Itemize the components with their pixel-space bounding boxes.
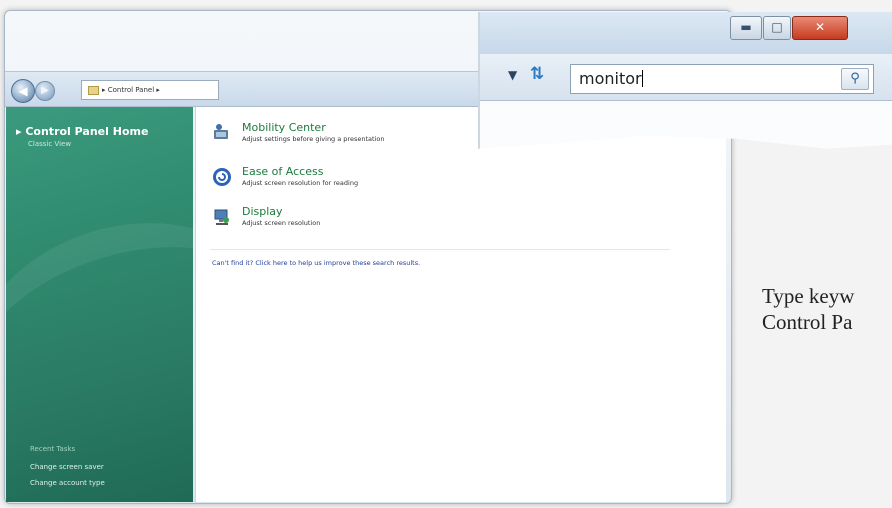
text-caret xyxy=(641,70,643,87)
address-bar[interactable]: ▸ Control Panel ▸ xyxy=(81,80,219,100)
sidebar-item-classic-view[interactable]: Classic View xyxy=(28,140,71,148)
cant-find-it-link[interactable]: Can't find it? Click here to help us imp… xyxy=(212,259,420,267)
refresh-icon[interactable]: ⇅ xyxy=(530,64,544,84)
sidebar-item-control-panel-home[interactable]: ▸ Control Panel Home xyxy=(16,125,148,138)
search-icon: ⚲ xyxy=(850,71,860,86)
title-bar: ▬ □ ✕ xyxy=(480,12,892,55)
recent-tasks-heading: Recent Tasks xyxy=(30,445,76,453)
sidebar-decoration xyxy=(6,183,193,502)
mobility-center-icon xyxy=(214,124,228,139)
folder-icon xyxy=(88,85,99,95)
result-description: Adjust screen resolution for reading xyxy=(242,179,359,187)
minimize-button[interactable]: ▬ xyxy=(730,16,762,40)
result-title[interactable]: Display xyxy=(242,205,283,218)
result-title[interactable]: Mobility Center xyxy=(242,121,326,134)
sidebar: ▸ Control Panel Home Classic View Recent… xyxy=(6,107,193,502)
task-change-account-type[interactable]: Change account type xyxy=(30,479,105,487)
breadcrumb: ▸ Control Panel ▸ xyxy=(102,86,160,94)
back-button[interactable]: ◀ xyxy=(11,79,35,103)
display-icon xyxy=(214,209,229,225)
search-value: monitor xyxy=(579,69,642,88)
result-title[interactable]: Ease of Access xyxy=(242,165,323,178)
close-button[interactable]: ✕ xyxy=(792,16,848,40)
search-input[interactable]: monitor ⚲ xyxy=(570,64,874,94)
divider xyxy=(210,249,670,250)
chevron-down-icon[interactable]: ▼ xyxy=(508,68,517,82)
result-description: Adjust screen resolution xyxy=(242,219,321,227)
zoomed-search-callout: ▬ □ ✕ ▼ ⇅ monitor ⚲ xyxy=(478,12,892,149)
instruction-caption: Type keyw Control Pa xyxy=(762,283,892,335)
task-change-screen-saver[interactable]: Change screen saver xyxy=(30,463,104,471)
zoomed-navigation-bar: ▼ ⇅ monitor ⚲ xyxy=(480,54,892,101)
ease-of-access-icon xyxy=(213,168,231,186)
result-description: Adjust settings before giving a presenta… xyxy=(242,135,385,143)
maximize-button[interactable]: □ xyxy=(763,16,791,40)
caption-line-2: Control Pa xyxy=(762,310,853,334)
search-results-pane: Mobility Center Adjust settings before g… xyxy=(195,107,726,502)
forward-button[interactable]: ▶ xyxy=(35,81,55,101)
caption-line-1: Type keyw xyxy=(762,284,855,308)
search-button[interactable]: ⚲ xyxy=(841,68,869,90)
